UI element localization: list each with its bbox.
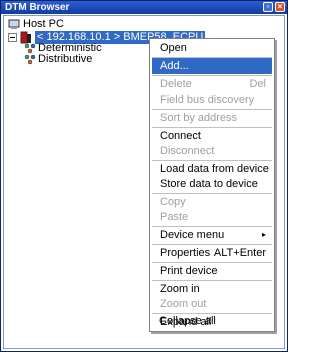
menu-item-load-data[interactable]: Load data from device	[152, 161, 272, 177]
menu-item-connect[interactable]: Connect	[152, 128, 272, 144]
title-bar[interactable]: DTM Browser ▫ ×	[1, 1, 287, 14]
dtm-browser-window: DTM Browser ▫ × Host PC < 192.168.10.1 >…	[0, 0, 288, 352]
menu-item-label: Print device	[160, 265, 218, 277]
menu-item-sort-by-address[interactable]: Sort by address	[152, 110, 272, 126]
menu-item-label: Zoom in	[160, 283, 200, 295]
submenu-arrow-icon: ▸	[261, 230, 266, 239]
menu-item-shortcut: Del	[249, 78, 266, 90]
menu-item-copy[interactable]: Copy	[152, 194, 272, 210]
close-button[interactable]: ×	[275, 2, 285, 12]
menu-item-label: Device menu	[160, 229, 225, 241]
menu-item-store-data[interactable]: Store data to device	[152, 176, 272, 192]
menu-item-device-menu[interactable]: Device menu ▸	[152, 227, 272, 243]
menu-item-label: Open	[160, 42, 187, 54]
menu-item-zoom-out[interactable]: Zoom out	[152, 296, 272, 312]
tree-node-distributive[interactable]: Distributive	[24, 53, 124, 66]
tree-node-host-pc[interactable]: Host PC	[8, 18, 108, 31]
menu-item-shortcut: ALT+Enter	[213, 247, 266, 259]
menu-item-label: Sort by address	[160, 112, 238, 124]
menu-item-label: Delete	[160, 78, 192, 90]
menu-item-print-device[interactable]: Print device	[152, 263, 272, 279]
tree-label-distributive: Distributive	[38, 53, 93, 65]
context-menu: Open Add... Delete Del Field bus discove…	[149, 38, 275, 332]
menu-item-label: Paste	[160, 211, 189, 223]
menu-item-label: Load data from device	[160, 163, 269, 175]
menu-item-delete[interactable]: Delete Del	[152, 76, 272, 92]
menu-item-label: Disconnect	[160, 145, 215, 157]
menu-item-label: Field bus discovery	[160, 94, 255, 106]
menu-item-label: Zoom out	[160, 298, 207, 310]
menu-item-label: Collapse all	[159, 315, 216, 327]
menu-item-add[interactable]: Add...	[152, 58, 272, 74]
menu-item-field-bus-discovery[interactable]: Field bus discovery	[152, 92, 272, 108]
menu-item-label: Connect	[160, 130, 201, 142]
window-title: DTM Browser	[5, 2, 70, 13]
menu-item-label: Add...	[160, 60, 189, 72]
menu-item-label: Copy	[160, 196, 186, 208]
menu-item-disconnect[interactable]: Disconnect	[152, 143, 272, 159]
menu-item-zoom-in[interactable]: Zoom in	[152, 281, 272, 297]
pin-button[interactable]: ▫	[263, 2, 273, 12]
menu-item-paste[interactable]: Paste	[152, 209, 272, 225]
menu-item-label: Store data to device	[160, 178, 258, 190]
menu-item-collapse-all[interactable]: Collapse all	[151, 313, 271, 329]
menu-item-open[interactable]: Open	[152, 40, 272, 56]
menu-item-properties[interactable]: Properties ALT+Enter	[152, 245, 272, 261]
collapse-icon[interactable]	[8, 33, 17, 46]
network-icon	[24, 54, 36, 69]
tree-label-host-pc: Host PC	[23, 18, 64, 30]
menu-item-label: Properties	[160, 247, 211, 259]
